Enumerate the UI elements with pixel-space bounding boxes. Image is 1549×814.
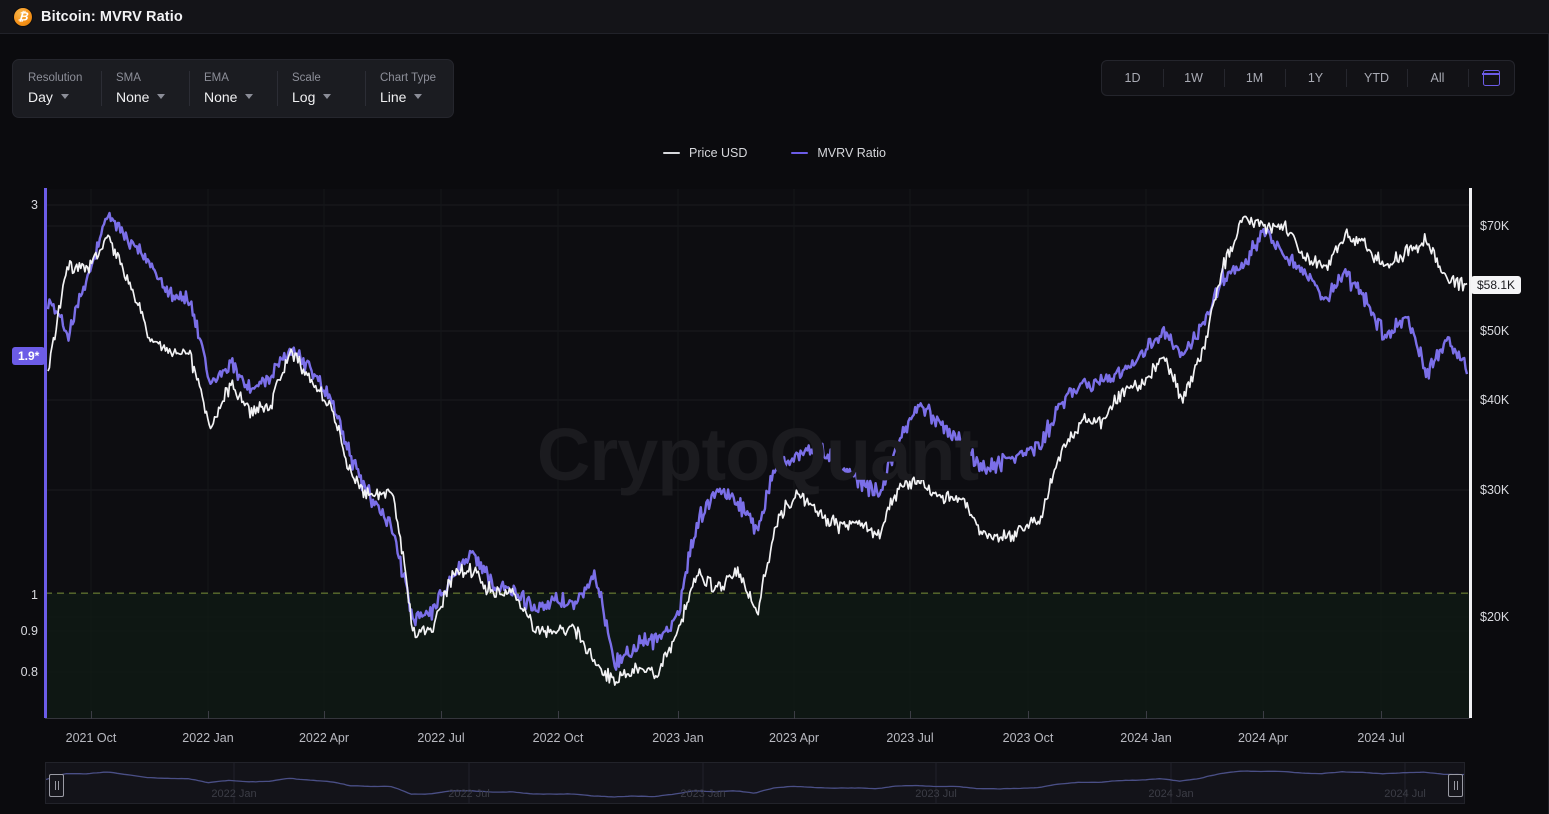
y-axis-right-tick-label: $70K [1480,219,1510,233]
x-axis-tick [91,711,92,719]
chart-type-label: Chart Type [380,72,437,85]
page-title: Bitcoin: MVRV Ratio [41,8,183,25]
range-button-1w[interactable]: 1W [1163,61,1224,95]
chevron-down-icon [323,94,332,100]
chart-legend: Price USD MVRV Ratio [0,146,1549,160]
ema-value: None [204,88,238,105]
chevron-down-icon [157,94,166,100]
x-axis-tick-label: 2024 Jul [1357,731,1405,745]
navigator-handle-left[interactable] [49,774,64,797]
right-axis-line [1469,188,1472,718]
range-button-1d[interactable]: 1D [1102,61,1163,95]
ema-label: EMA [204,72,229,85]
resolution-label: Resolution [28,72,83,85]
chevron-down-icon [60,94,69,100]
chart-options-toolbar: Resolution Day SMA None EMA None Scale L… [12,59,454,118]
y-axis-left-tick-label: 0.8 [20,665,38,679]
sma-dropdown[interactable]: SMA None [101,60,189,117]
ema-dropdown[interactable]: EMA None [189,60,277,117]
x-axis-tick [678,711,679,719]
navigator-tick-label: 2024 Jul [1384,788,1426,800]
x-axis-tick [1146,711,1147,719]
x-axis-tick-label: 2022 Oct [532,731,584,745]
calendar-button[interactable] [1468,61,1514,95]
x-axis-baseline [45,718,1470,719]
scale-value: Log [292,88,316,105]
chevron-down-icon [245,94,254,100]
mvrv-current-value-badge: 1.9* [12,347,46,365]
resolution-dropdown[interactable]: Resolution Day [13,60,101,117]
price-current-value-badge: $58.1K [1471,276,1522,294]
navigator-tick-label: 2022 Jan [211,788,257,800]
y-axis-right-tick-label: $40K [1480,393,1510,407]
x-axis-tick [1263,711,1264,719]
legend-swatch-price [663,151,681,155]
page-header: ₿ Bitcoin: MVRV Ratio [0,0,1549,34]
cryptoquant-chart-page: ₿ Bitcoin: MVRV Ratio Resolution Day SMA… [0,0,1549,814]
x-axis-tick-label: 2023 Apr [768,731,820,745]
y-axis-left-tick-label: 0.9 [20,624,38,638]
navigator-chart [45,763,1465,803]
x-axis-tick [441,711,442,719]
scale-label: Scale [292,72,321,85]
range-button-1y[interactable]: 1Y [1285,61,1346,95]
x-axis-tick-label: 2023 Jul [886,731,934,745]
chevron-down-icon [414,94,423,100]
scale-dropdown[interactable]: Scale Log [277,60,365,117]
legend-swatch-mvrv [791,151,809,155]
x-axis-tick-label: 2023 Jan [652,731,704,745]
y-axis-left-tick-label: 3 [31,198,38,212]
legend-item-mvrv-ratio[interactable]: MVRV Ratio [791,146,886,160]
time-range-selector: 1D 1W 1M 1Y YTD All [1101,60,1515,96]
legend-label-price: Price USD [689,146,748,160]
x-axis-tick-label: 2021 Oct [65,731,117,745]
x-axis-tick-label: 2024 Jan [1120,731,1172,745]
x-axis-tick [558,711,559,719]
range-button-1m[interactable]: 1M [1224,61,1285,95]
range-button-ytd[interactable]: YTD [1346,61,1407,95]
legend-label-mvrv: MVRV Ratio [817,146,886,160]
legend-item-price-usd[interactable]: Price USD [663,146,747,160]
resolution-value: Day [28,88,53,105]
x-axis-tick-label: 2024 Apr [1237,731,1289,745]
x-axis-tick-label: 2022 Jul [417,731,465,745]
x-axis-tick [208,711,209,719]
chart-type-dropdown[interactable]: Chart Type Line [365,60,453,117]
navigator-tick-label: 2024 Jan [1148,788,1194,800]
chart-type-value: Line [380,88,407,105]
y-axis-left-tick-label: 1 [31,588,38,602]
range-button-all[interactable]: All [1407,61,1468,95]
left-axis-line [44,188,47,718]
cryptoquant-watermark: CryptoQuant [536,412,979,496]
range-navigator[interactable]: 2022 Jan 2022 Jul 2023 Jan 2023 Jul 2024 Jan… [45,762,1465,804]
x-axis-tick [794,711,795,719]
navigator-tick-label: 2022 Jul [448,788,490,800]
bitcoin-glyph: ₿ [16,9,30,23]
x-axis-tick-label: 2023 Oct [1002,731,1054,745]
y-axis-right-tick-label: $20K [1480,610,1510,624]
x-axis-tick [910,711,911,719]
calendar-icon [1481,70,1501,86]
sma-label: SMA [116,72,141,85]
bitcoin-icon: ₿ [14,7,32,26]
x-axis-tick-label: 2022 Jan [182,731,234,745]
y-axis-right-tick-label: $30K [1480,483,1510,497]
plot-area[interactable]: CryptoQuant [45,189,1470,719]
x-axis-tick [1381,711,1382,719]
navigator-tick-label: 2023 Jan [680,788,726,800]
navigator-series-line [45,770,1465,798]
sma-value: None [116,88,150,105]
navigator-handle-right[interactable] [1448,774,1463,797]
y-axis-right-tick-label: $50K [1480,324,1510,338]
x-axis-tick [324,711,325,719]
x-axis-tick [1028,711,1029,719]
chart-container: CryptoQuant [0,180,1549,725]
x-axis-tick-label: 2022 Apr [298,731,350,745]
navigator-tick-label: 2023 Jul [915,788,957,800]
